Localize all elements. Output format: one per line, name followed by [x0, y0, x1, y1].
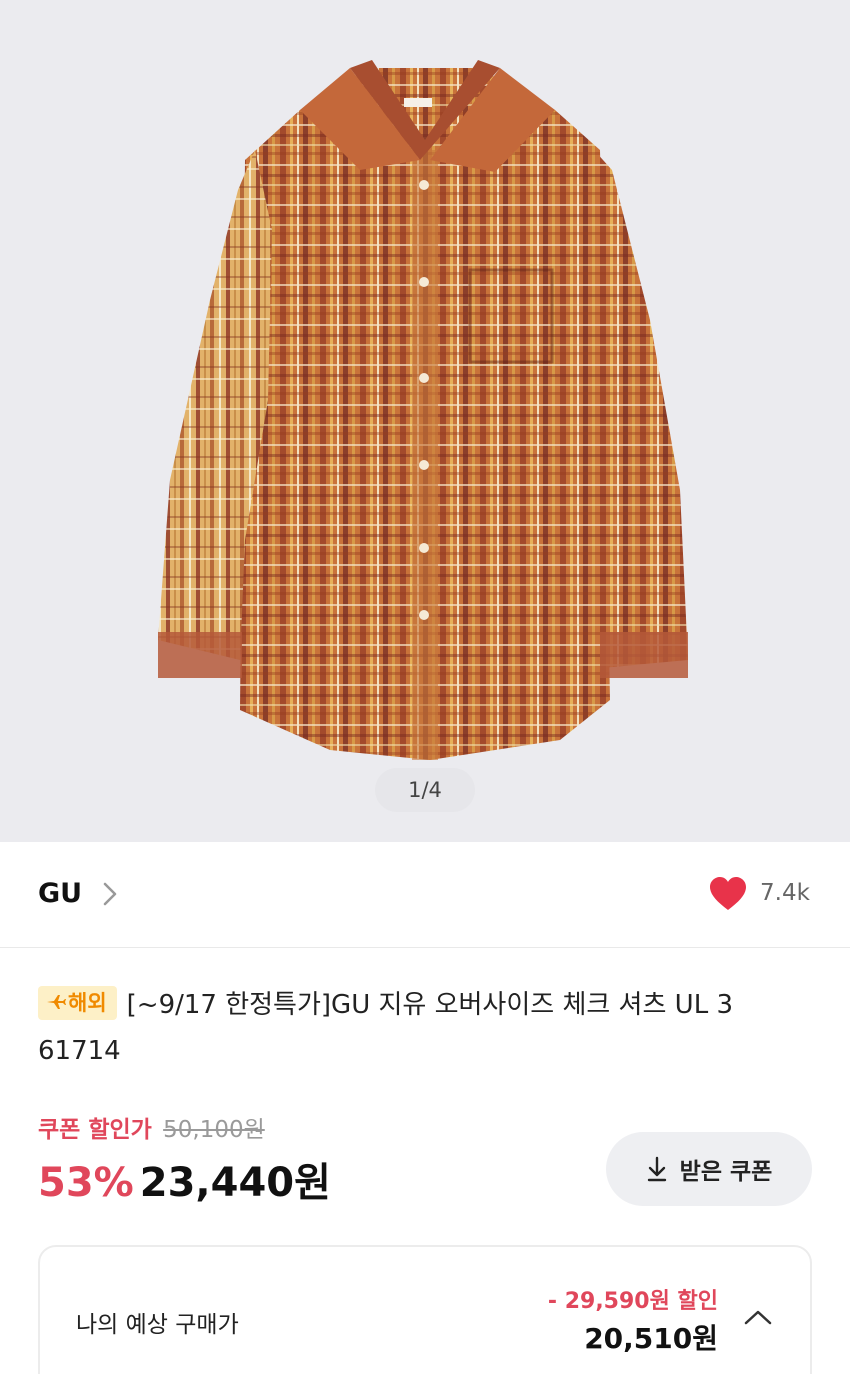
estimated-price: 20,510원	[584, 1322, 718, 1355]
brand-row: GU 7.4k	[0, 842, 850, 948]
checked-shirt-image	[158, 60, 688, 760]
received-coupon-button[interactable]: 받은 쿠폰	[606, 1132, 812, 1206]
heart-icon[interactable]	[708, 876, 748, 912]
chevron-right-icon[interactable]	[100, 880, 120, 908]
estimated-price-label: 나의 예상 구매가	[76, 1312, 239, 1338]
product-image-gallery[interactable]: 1/4	[0, 0, 850, 842]
brand-link[interactable]: GU	[38, 878, 82, 909]
received-coupon-label: 받은 쿠폰	[679, 1159, 773, 1185]
coupon-price-row: 쿠폰 할인가 50,100원	[38, 1110, 265, 1144]
estimated-price-panel[interactable]: 나의 예상 구매가 - 29,590원 할인 20,510원	[38, 1245, 812, 1374]
download-icon	[647, 1156, 666, 1182]
image-counter: 1/4	[375, 768, 475, 812]
sale-price-row: 53% 23,440원	[38, 1150, 331, 1208]
overseas-badge-label: 해외	[68, 991, 107, 1015]
product-title-block: 해외 [~9/17 한정특가]GU 지유 오버사이즈 체크 셔츠 UL 3 61…	[38, 982, 818, 1074]
sale-price: 23,440원	[139, 1160, 331, 1206]
chevron-up-icon[interactable]	[742, 1307, 774, 1327]
discount-rate: 53%	[38, 1160, 134, 1206]
coupon-price-label: 쿠폰 할인가	[38, 1117, 152, 1143]
product-title: [~9/17 한정특가]GU 지유 오버사이즈 체크 셔츠 UL 3 61714	[38, 990, 733, 1066]
original-price: 50,100원	[163, 1117, 265, 1143]
like-count: 7.4k	[760, 880, 810, 906]
overseas-badge: 해외	[38, 986, 117, 1020]
airplane-icon	[47, 995, 66, 1009]
estimated-saving: - 29,590원 할인	[547, 1289, 718, 1314]
